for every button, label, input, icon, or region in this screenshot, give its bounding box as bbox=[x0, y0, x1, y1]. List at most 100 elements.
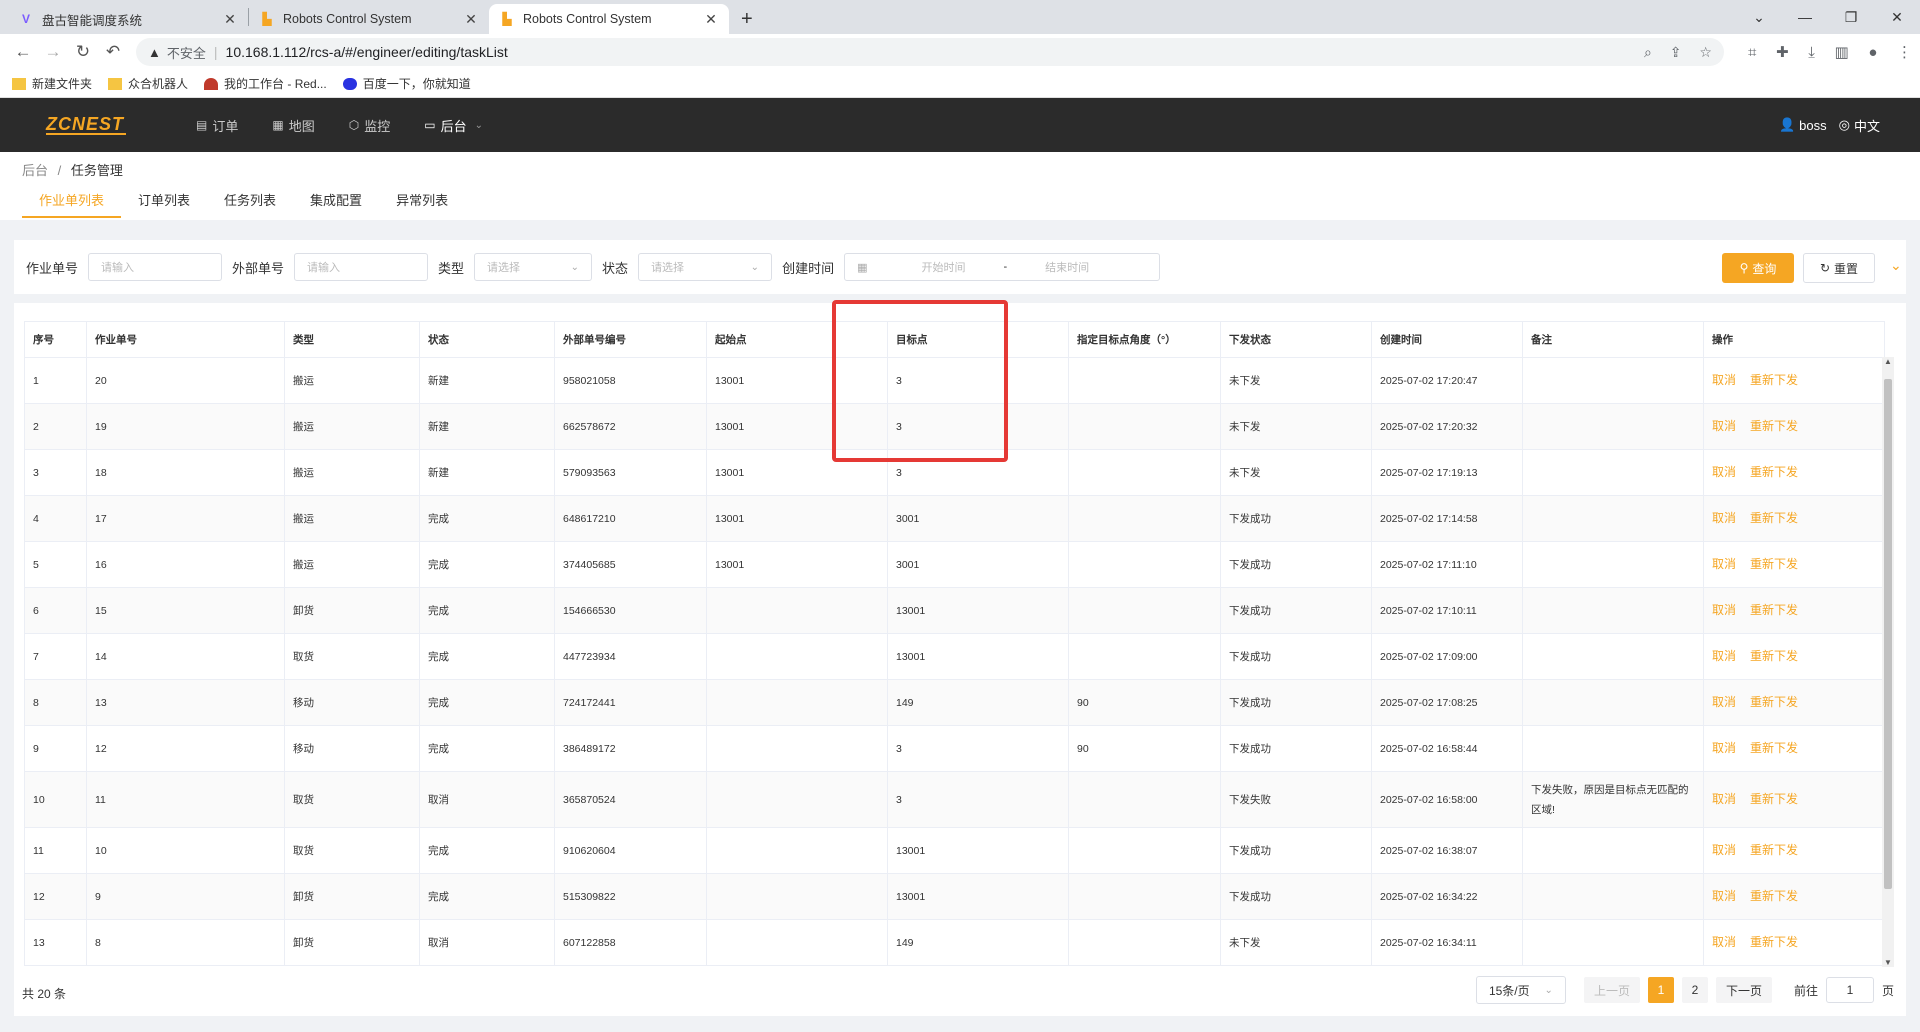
nav-map[interactable]: ▦ 地图 bbox=[272, 116, 314, 135]
cancel-link[interactable]: 取消 bbox=[1712, 557, 1736, 571]
scroll-down-icon[interactable]: ▼ bbox=[1882, 958, 1894, 967]
close-icon[interactable]: ✕ bbox=[703, 11, 719, 28]
restore-icon[interactable]: ❐ bbox=[1828, 0, 1874, 34]
resend-link[interactable]: 重新下发 bbox=[1750, 792, 1798, 806]
page-2-button[interactable]: 2 bbox=[1681, 977, 1708, 1003]
nav-monitor[interactable]: ⬡ 监控 bbox=[349, 116, 391, 135]
resend-link[interactable]: 重新下发 bbox=[1750, 557, 1798, 571]
browser-tab-2[interactable]: ▙ Robots Control System ✕ bbox=[249, 4, 489, 34]
cell-actions: 取消 重新下发 bbox=[1703, 679, 1885, 726]
crop-icon[interactable]: ⌗ bbox=[1748, 44, 1756, 61]
sidepanel-icon[interactable]: ▥ bbox=[1835, 44, 1849, 61]
cancel-link[interactable]: 取消 bbox=[1712, 603, 1736, 617]
resend-link[interactable]: 重新下发 bbox=[1750, 649, 1798, 663]
tab-integration[interactable]: 集成配置 bbox=[293, 180, 379, 218]
job-no-input[interactable]: 请输入 bbox=[88, 253, 223, 281]
vertical-scrollbar[interactable]: ▲ ▼ bbox=[1882, 357, 1894, 967]
bookmark-link[interactable]: 我的工作台 - Red... bbox=[204, 75, 327, 92]
browser-tab-3[interactable]: ▙ Robots Control System ✕ bbox=[489, 4, 729, 34]
cancel-link[interactable]: 取消 bbox=[1712, 649, 1736, 663]
share-icon[interactable]: ⇪ bbox=[1670, 44, 1682, 60]
scroll-up-icon[interactable]: ▲ bbox=[1882, 357, 1894, 366]
resend-link[interactable]: 重新下发 bbox=[1750, 511, 1798, 525]
expand-icon[interactable]: ⌄ bbox=[1890, 257, 1902, 274]
cell-actions: 取消 重新下发 bbox=[1703, 919, 1885, 966]
nav-orders[interactable]: ▤ 订单 bbox=[196, 116, 238, 135]
cancel-link[interactable]: 取消 bbox=[1712, 889, 1736, 903]
tab-job-list[interactable]: 作业单列表 bbox=[22, 180, 122, 218]
resend-link[interactable]: 重新下发 bbox=[1750, 935, 1798, 949]
cell-status: 完成 bbox=[419, 587, 555, 634]
cancel-link[interactable]: 取消 bbox=[1712, 843, 1736, 857]
download-icon[interactable]: ⤓ bbox=[1808, 44, 1815, 61]
close-icon[interactable]: ✕ bbox=[222, 11, 238, 28]
date-range-picker[interactable]: ▦ 开始时间 - 结束时间 bbox=[844, 253, 1161, 281]
page-1-button[interactable]: 1 bbox=[1647, 977, 1674, 1003]
extensions-icon[interactable]: ✚ bbox=[1776, 44, 1789, 61]
type-select[interactable]: 请选择 ⌄ bbox=[474, 253, 593, 281]
tab-exceptions[interactable]: 异常列表 bbox=[379, 180, 465, 218]
tab-order-list[interactable]: 订单列表 bbox=[121, 180, 207, 218]
profile-icon[interactable]: ● bbox=[1868, 44, 1877, 61]
reset-button[interactable]: ↻ 重置 bbox=[1803, 253, 1875, 283]
next-page-button[interactable]: 下一页 bbox=[1715, 977, 1772, 1003]
col-remark: 备注 bbox=[1522, 321, 1704, 358]
resend-link[interactable]: 重新下发 bbox=[1750, 889, 1798, 903]
resend-link[interactable]: 重新下发 bbox=[1750, 373, 1798, 387]
resend-link[interactable]: 重新下发 bbox=[1750, 419, 1798, 433]
cancel-link[interactable]: 取消 bbox=[1712, 465, 1736, 479]
goto-input[interactable]: 1 bbox=[1825, 977, 1874, 1003]
bookmark-folder[interactable]: 众合机器人 bbox=[108, 75, 188, 92]
resend-link[interactable]: 重新下发 bbox=[1750, 465, 1798, 479]
bookmark-label: 百度一下，你就知道 bbox=[362, 77, 471, 91]
ext-no-input[interactable]: 请输入 bbox=[294, 253, 429, 281]
reload-icon[interactable]: ↻ bbox=[68, 42, 98, 62]
tab-task-list[interactable]: 任务列表 bbox=[207, 180, 293, 218]
resend-link[interactable]: 重新下发 bbox=[1750, 741, 1798, 755]
new-tab-button[interactable]: + bbox=[729, 4, 765, 34]
cell-actions: 取消 重新下发 bbox=[1703, 771, 1885, 828]
cancel-link[interactable]: 取消 bbox=[1712, 419, 1736, 433]
cancel-link[interactable]: 取消 bbox=[1712, 935, 1736, 949]
scroll-thumb[interactable] bbox=[1884, 379, 1892, 889]
cell-start bbox=[706, 827, 888, 874]
close-icon[interactable]: ✕ bbox=[463, 11, 479, 28]
nav-backend[interactable]: ▭ 后台 ⌄ bbox=[424, 116, 483, 135]
cell-target: 13001 bbox=[887, 827, 1069, 874]
menu-icon[interactable]: ⋮ bbox=[1897, 44, 1912, 61]
page-size-select[interactable]: 15条/页 ⌄ bbox=[1475, 976, 1566, 1004]
resend-link[interactable]: 重新下发 bbox=[1750, 695, 1798, 709]
cancel-link[interactable]: 取消 bbox=[1712, 792, 1736, 806]
chevron-down-icon[interactable]: ⌄ bbox=[1736, 0, 1782, 34]
back-icon[interactable]: ← bbox=[8, 42, 38, 62]
username[interactable]: boss bbox=[1799, 118, 1826, 133]
desktop-icon: ▭ bbox=[424, 118, 436, 132]
minimize-icon[interactable]: — bbox=[1782, 0, 1828, 34]
cancel-link[interactable]: 取消 bbox=[1712, 373, 1736, 387]
undo-icon[interactable]: ↶ bbox=[98, 42, 128, 62]
cancel-link[interactable]: 取消 bbox=[1712, 741, 1736, 755]
cell-remark bbox=[1522, 357, 1704, 404]
address-bar: ← → ↻ ↶ ▲ 不安全 | 10.168.1.112/rcs-a/#/eng… bbox=[0, 34, 1920, 70]
prev-page-button[interactable]: 上一页 bbox=[1583, 977, 1640, 1003]
language-switch[interactable]: 中文 bbox=[1854, 116, 1880, 135]
breadcrumb-sep: / bbox=[57, 163, 62, 178]
chevron-down-icon: ⌄ bbox=[1544, 984, 1553, 996]
cell-ext-no: 910620604 bbox=[554, 827, 707, 874]
cancel-link[interactable]: 取消 bbox=[1712, 695, 1736, 709]
query-button[interactable]: ⚲ 查询 bbox=[1722, 253, 1794, 283]
star-icon[interactable]: ☆ bbox=[1699, 44, 1712, 60]
cancel-link[interactable]: 取消 bbox=[1712, 511, 1736, 525]
zoom-icon[interactable]: ⌕ bbox=[1644, 44, 1652, 60]
cell-ext-no: 724172441 bbox=[554, 679, 707, 726]
bookmark-folder[interactable]: 新建文件夹 bbox=[12, 75, 92, 92]
resend-link[interactable]: 重新下发 bbox=[1750, 603, 1798, 617]
resend-link[interactable]: 重新下发 bbox=[1750, 843, 1798, 857]
close-window-icon[interactable]: ✕ bbox=[1874, 0, 1920, 34]
url-field[interactable]: ▲ 不安全 | 10.168.1.112/rcs-a/#/engineer/ed… bbox=[136, 38, 1724, 66]
bookmark-link[interactable]: 百度一下，你就知道 bbox=[342, 75, 471, 92]
status-select[interactable]: 请选择 ⌄ bbox=[638, 253, 773, 281]
browser-tab-1[interactable]: V 盘古智能调度系统 ✕ bbox=[8, 4, 248, 34]
forward-icon[interactable]: → bbox=[38, 42, 68, 62]
breadcrumb-root[interactable]: 后台 bbox=[22, 163, 48, 178]
